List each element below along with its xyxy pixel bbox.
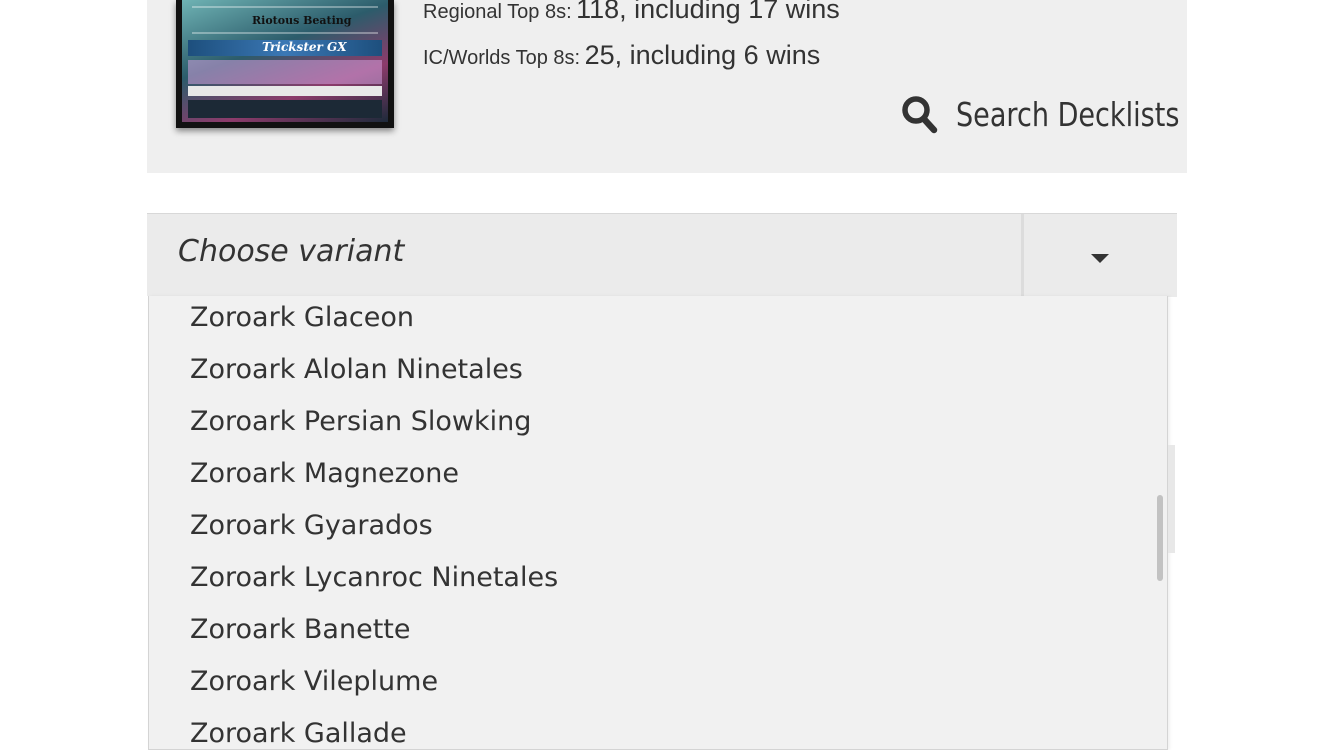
variant-option[interactable]: Zoroark Alolan Ninetales (190, 346, 523, 398)
worlds-top8-stat: IC/Worlds Top 8s: 25, including 6 wins (423, 40, 820, 71)
card-detail-line (192, 32, 378, 34)
search-decklists-label: Search Decklists (956, 94, 1180, 134)
card-attack-name: Riotous Beating (252, 14, 352, 27)
variant-option[interactable]: Zoroark Glaceon (190, 296, 414, 346)
worlds-top8-label: IC/Worlds Top 8s: (423, 47, 581, 69)
card-gx-name: Trickster GX (262, 40, 347, 54)
variant-option[interactable]: Zoroark Gallade (190, 710, 407, 749)
chevron-down-icon (1091, 254, 1109, 263)
regional-top8-label: Regional Top 8s: (423, 1, 572, 23)
variant-option[interactable]: Zoroark Magnezone (190, 450, 459, 502)
variant-option[interactable]: Zoroark Banette (190, 606, 410, 658)
regional-top8-stat: Regional Top 8s: 118, including 17 wins (423, 0, 840, 25)
card-footer-dark (188, 100, 382, 118)
variant-select-toggle[interactable] (1021, 214, 1177, 297)
variant-select-placeholder: Choose variant (178, 234, 405, 269)
variant-dropdown-list[interactable]: Zoroark Glaceon Zoroark Alolan Ninetales… (148, 296, 1168, 750)
dropdown-scrollbar-thumb[interactable] (1157, 495, 1163, 581)
search-decklists-link[interactable]: Search Decklists (902, 92, 1229, 136)
variant-option[interactable]: Zoroark Vileplume (190, 658, 438, 710)
variant-select[interactable]: Choose variant (147, 213, 1177, 297)
page-scroll-track[interactable] (1168, 445, 1175, 553)
variant-option[interactable]: Zoroark Lycanroc Ninetales (190, 554, 558, 606)
variant-option[interactable]: Zoroark Gyarados (190, 502, 433, 554)
card-image: Riotous Beating Trickster GX (176, 0, 394, 128)
card-footer (188, 86, 382, 96)
search-icon (902, 96, 938, 134)
regional-top8-value: 118, including 17 wins (576, 0, 840, 24)
worlds-top8-value: 25, including 6 wins (584, 40, 821, 70)
variant-option[interactable]: Zoroark Persian Slowking (190, 398, 531, 450)
card-text-box (188, 60, 382, 84)
card-detail-line (192, 6, 378, 8)
